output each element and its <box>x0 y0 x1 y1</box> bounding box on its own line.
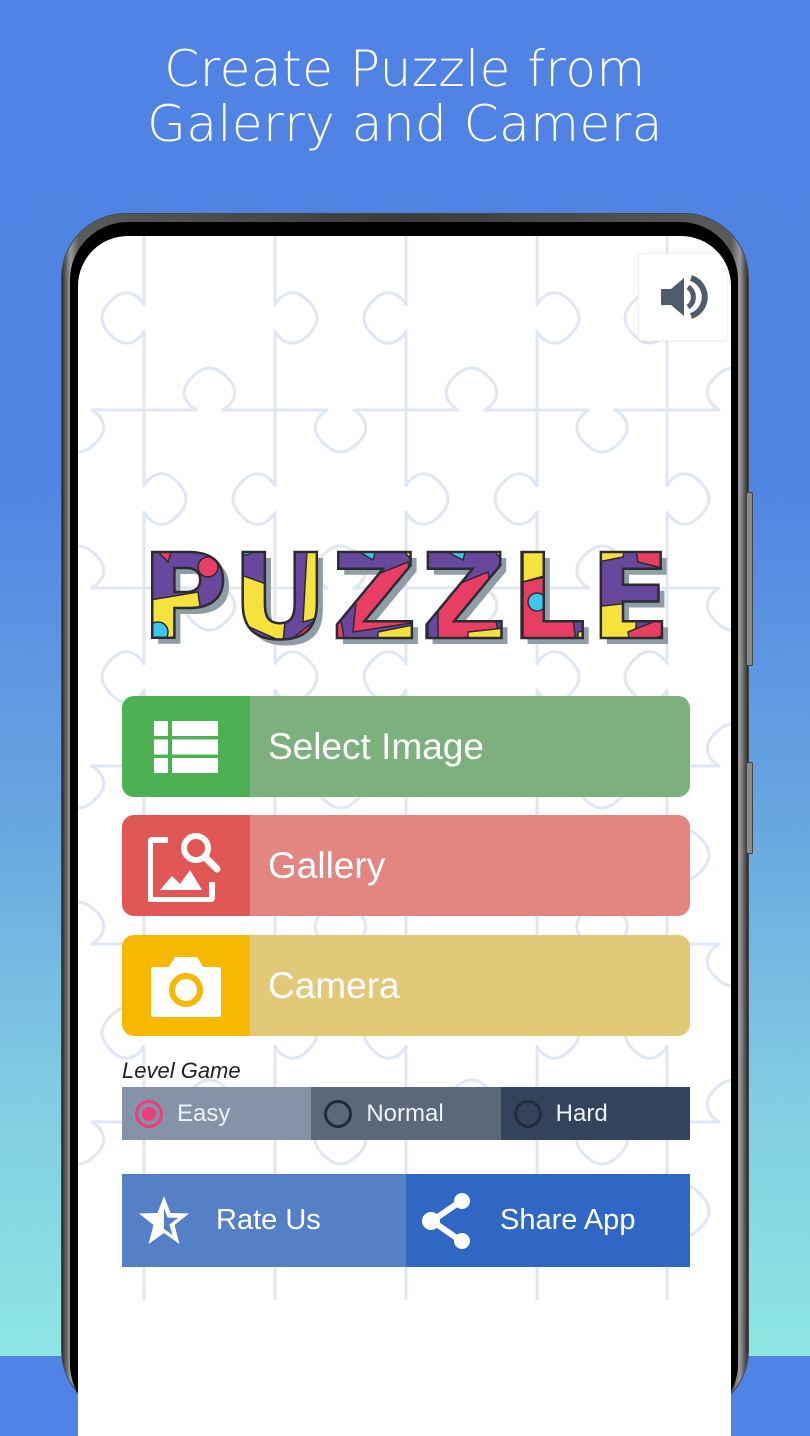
select-image-label: Select Image <box>250 696 690 797</box>
radio-hard[interactable] <box>513 1099 542 1128</box>
bottom-action-bar: Rate Us Share App <box>122 1174 690 1267</box>
puzzle-logo: PUZZLE PUZZLE PUZZLE <box>140 532 677 662</box>
level-option-easy-label: Easy <box>177 1099 231 1127</box>
camera-label: Camera <box>250 935 690 1036</box>
logo-text: PUZZLE <box>141 532 674 662</box>
app-screen: PUZZLE PUZZLE PUZZLE Select Image Galler… <box>78 236 731 1436</box>
rate-us-button[interactable]: Rate Us <box>122 1174 406 1267</box>
share-icon <box>420 1192 476 1249</box>
gallery-icon-area <box>122 815 250 916</box>
level-option-normal[interactable]: Normal <box>311 1087 501 1140</box>
phone-side-button-volume <box>746 492 753 666</box>
list-icon <box>154 720 218 773</box>
image-search-icon <box>148 832 221 902</box>
share-app-button[interactable]: Share App <box>406 1174 690 1267</box>
rate-us-label: Rate Us <box>216 1204 321 1236</box>
gallery-button[interactable]: Gallery <box>122 815 690 916</box>
level-option-easy[interactable]: Easy <box>122 1087 312 1140</box>
volume-icon <box>661 275 708 319</box>
select-image-button[interactable]: Select Image <box>122 696 690 797</box>
radio-normal[interactable] <box>324 1099 353 1128</box>
star-half-icon <box>136 1193 192 1249</box>
level-selector: Easy Normal Hard <box>122 1087 690 1140</box>
sound-toggle-button[interactable] <box>638 253 728 341</box>
level-option-hard-label: Hard <box>555 1099 608 1127</box>
headline-line-1: Create Puzzle from <box>164 40 646 98</box>
camera-button[interactable]: Camera <box>122 935 690 1036</box>
promo-headline: Create Puzzle from Galerry and Camera <box>0 42 810 152</box>
level-game-label: Level Game <box>122 1058 241 1083</box>
share-app-label: Share App <box>500 1204 636 1236</box>
phone-side-button-power <box>746 762 753 854</box>
headline-line-2: Galerry and Camera <box>147 95 663 153</box>
level-option-normal-label: Normal <box>366 1099 444 1127</box>
radio-easy[interactable] <box>135 1099 163 1128</box>
gallery-label: Gallery <box>250 815 690 916</box>
select-image-icon-area <box>122 696 250 797</box>
camera-icon-area <box>122 935 250 1036</box>
level-option-hard[interactable]: Hard <box>500 1087 690 1140</box>
camera-icon <box>151 956 221 1017</box>
